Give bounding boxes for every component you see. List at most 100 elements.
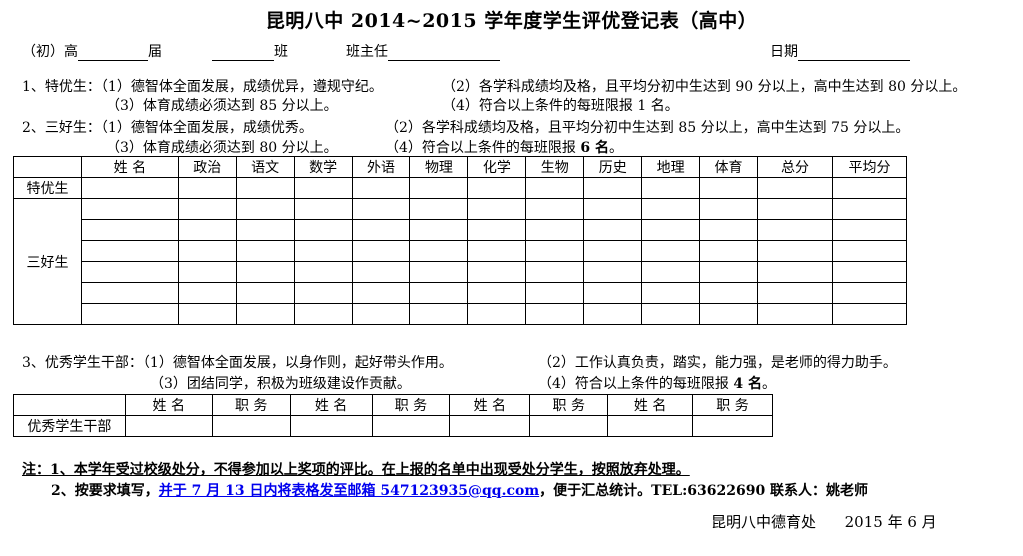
table-cell[interactable] (757, 261, 833, 283)
table-cell[interactable] (699, 303, 759, 325)
table-cell[interactable] (641, 282, 701, 304)
table-cell[interactable] (699, 219, 759, 241)
table-cell[interactable] (177, 282, 237, 304)
table-cell[interactable] (525, 219, 585, 241)
table-cell[interactable] (757, 303, 833, 325)
table-cell[interactable] (371, 415, 451, 437)
table-cell[interactable] (235, 261, 295, 283)
table-cell[interactable] (831, 177, 908, 199)
table-cell[interactable] (351, 177, 411, 199)
table-cell[interactable] (80, 282, 179, 304)
table-cell[interactable] (757, 219, 833, 241)
table-cell[interactable] (177, 303, 237, 325)
table-cell[interactable] (235, 240, 295, 262)
table-cell[interactable] (525, 198, 585, 220)
table-cell[interactable] (467, 261, 527, 283)
table-cell[interactable] (525, 261, 585, 283)
table-cell[interactable] (467, 303, 527, 325)
date-blank[interactable] (798, 44, 910, 61)
table-cell[interactable] (641, 261, 701, 283)
table-cell[interactable] (757, 282, 833, 304)
table-cell[interactable] (467, 282, 527, 304)
table-cell[interactable] (177, 198, 237, 220)
table-cell[interactable] (293, 177, 353, 199)
table-cell[interactable] (80, 219, 179, 241)
table-cell[interactable] (641, 303, 701, 325)
table-cell[interactable] (351, 282, 411, 304)
table-cell[interactable] (80, 240, 179, 262)
table-cell[interactable] (831, 219, 908, 241)
class-blank[interactable] (212, 44, 274, 61)
table-cell[interactable] (583, 282, 643, 304)
table-cell[interactable] (757, 177, 833, 199)
table-cell[interactable] (607, 415, 694, 437)
table-cell[interactable] (757, 198, 833, 220)
table-cell[interactable] (177, 240, 237, 262)
table-cell[interactable] (467, 219, 527, 241)
table-cell[interactable] (409, 240, 469, 262)
table-cell[interactable] (525, 282, 585, 304)
table-cell[interactable] (80, 177, 179, 199)
table-cell[interactable] (583, 303, 643, 325)
table-cell[interactable] (525, 240, 585, 262)
table-cell[interactable] (641, 240, 701, 262)
table-cell[interactable] (831, 303, 908, 325)
table-cell[interactable] (831, 198, 908, 220)
table-cell[interactable] (235, 177, 295, 199)
table-cell[interactable] (409, 177, 469, 199)
table-cell[interactable] (235, 219, 295, 241)
table-cell[interactable] (351, 261, 411, 283)
table-cell[interactable] (467, 240, 527, 262)
table-cell[interactable] (211, 415, 291, 437)
table-cell[interactable] (351, 219, 411, 241)
table-cell[interactable] (235, 303, 295, 325)
table-cell[interactable] (409, 198, 469, 220)
table-cell[interactable] (293, 282, 353, 304)
table-cell[interactable] (409, 261, 469, 283)
table-cell[interactable] (641, 198, 701, 220)
table-cell[interactable] (699, 177, 759, 199)
table-cell[interactable] (467, 177, 527, 199)
table-cell[interactable] (757, 240, 833, 262)
table-cell[interactable] (351, 240, 411, 262)
email-link[interactable]: 并于 7 月 13 日内将表格发至邮箱 547123935@qq.com (159, 483, 539, 499)
table-cell[interactable] (641, 219, 701, 241)
table-cell[interactable] (583, 177, 643, 199)
table-cell[interactable] (583, 261, 643, 283)
table-cell[interactable] (641, 177, 701, 199)
table-cell[interactable] (467, 198, 527, 220)
table-cell[interactable] (293, 198, 353, 220)
table-cell[interactable] (293, 219, 353, 241)
table-cell[interactable] (699, 198, 759, 220)
table-cell[interactable] (293, 240, 353, 262)
table-cell[interactable] (80, 303, 179, 325)
table-cell[interactable] (235, 282, 295, 304)
grade-blank[interactable] (78, 44, 148, 61)
table-cell[interactable] (699, 282, 759, 304)
table-cell[interactable] (529, 415, 609, 437)
table-cell[interactable] (409, 303, 469, 325)
table-cell[interactable] (235, 198, 295, 220)
table-cell[interactable] (699, 240, 759, 262)
table-cell[interactable] (177, 177, 237, 199)
table-cell[interactable] (583, 219, 643, 241)
table-cell[interactable] (177, 219, 237, 241)
table-cell[interactable] (831, 282, 908, 304)
table-cell[interactable] (124, 415, 213, 437)
table-cell[interactable] (80, 198, 179, 220)
table-cell[interactable] (525, 303, 585, 325)
table-cell[interactable] (289, 415, 373, 437)
table-cell[interactable] (409, 219, 469, 241)
table-cell[interactable] (409, 282, 469, 304)
table-cell[interactable] (449, 415, 531, 437)
table-cell[interactable] (692, 415, 773, 437)
table-cell[interactable] (831, 261, 908, 283)
table-cell[interactable] (525, 177, 585, 199)
table-cell[interactable] (177, 261, 237, 283)
table-cell[interactable] (293, 303, 353, 325)
table-cell[interactable] (293, 261, 353, 283)
table-cell[interactable] (583, 240, 643, 262)
table-cell[interactable] (351, 303, 411, 325)
table-cell[interactable] (351, 198, 411, 220)
teacher-blank[interactable] (388, 44, 500, 61)
